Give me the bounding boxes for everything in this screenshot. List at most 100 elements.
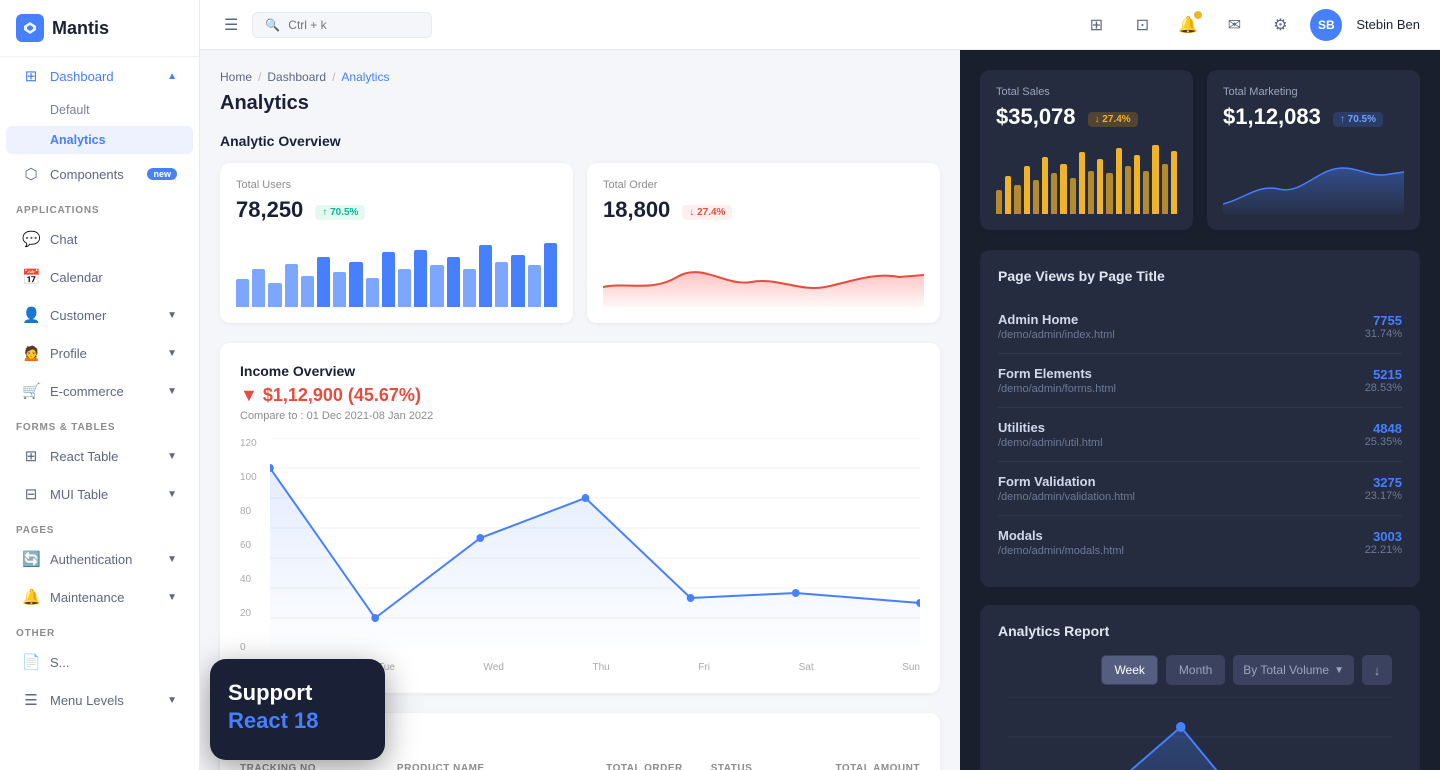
- bar: [333, 272, 346, 307]
- breadcrumb-dashboard[interactable]: Dashboard: [267, 70, 326, 84]
- bar: [1143, 171, 1149, 214]
- sidebar-item-maintenance[interactable]: 🔔 Maintenance ▼: [6, 579, 193, 615]
- total-users-label: Total Users: [236, 179, 557, 191]
- topbar-left: ☰ 🔍: [220, 11, 1068, 39]
- mui-table-icon: ⊟: [22, 485, 40, 503]
- maintenance-icon: 🔔: [22, 588, 40, 606]
- chevron-down-icon: ▼: [167, 310, 177, 321]
- pv-url-form-validation: /demo/admin/validation.html: [998, 491, 1365, 503]
- sidebar-item-sample[interactable]: 📄 S...: [6, 644, 193, 680]
- download-button[interactable]: ↓: [1362, 655, 1392, 685]
- sidebar-menu-levels-label: Menu Levels: [50, 693, 124, 708]
- message-icon-button[interactable]: ✉: [1218, 9, 1250, 41]
- pv-title-modals: Modals: [998, 528, 1365, 543]
- volume-dropdown[interactable]: By Total Volume ▼: [1233, 655, 1354, 685]
- chevron-down-icon-rt: ▼: [167, 451, 177, 462]
- chevron-down-icon-profile: ▼: [167, 348, 177, 359]
- chat-icon: 💬: [22, 230, 40, 248]
- income-compare: Compare to : 01 Dec 2021-08 Jan 2022: [240, 410, 920, 422]
- sidebar-item-calendar[interactable]: 📅 Calendar: [6, 259, 193, 295]
- stat-cards-row: Total Users 78,250 ↑ 70.5%: [220, 163, 940, 323]
- pv-right: 3275 23.17%: [1365, 475, 1402, 502]
- bar: [414, 250, 427, 307]
- income-chart-svg: [270, 438, 920, 658]
- col-total-header: TOTAL ORDER: [606, 763, 711, 770]
- total-order-chart: [603, 237, 924, 307]
- search-icon: 🔍: [265, 18, 280, 32]
- dark-stat-cards: Total Sales $35,078 ↓ 27.4%: [980, 70, 1420, 230]
- analytics-report-card: Analytics Report Week Month By Total Vol…: [980, 605, 1420, 770]
- support-popup[interactable]: Support React 18: [210, 659, 385, 760]
- month-button[interactable]: Month: [1166, 655, 1225, 685]
- chevron-down-icon-ml: ▼: [167, 695, 177, 706]
- bar: [349, 262, 362, 308]
- pv-count-form-elements: 5215: [1365, 367, 1402, 382]
- pv-pct-form-elements: 28.53%: [1365, 382, 1402, 394]
- pv-count-form-validation: 3275: [1365, 475, 1402, 490]
- pv-right: 4848 25.35%: [1365, 421, 1402, 448]
- page-title: Analytics: [220, 92, 940, 115]
- x-label-sun: Sun: [902, 662, 920, 673]
- pv-title-form-elements: Form Elements: [998, 366, 1365, 381]
- sidebar-calendar-label: Calendar: [50, 270, 103, 285]
- bar: [268, 283, 281, 308]
- sidebar-subitem-analytics[interactable]: Analytics: [6, 126, 193, 154]
- notification-icon-button[interactable]: 🔔: [1172, 9, 1204, 41]
- sidebar-item-chat[interactable]: 💬 Chat: [6, 221, 193, 257]
- stat-card-total-sales: Total Sales $35,078 ↓ 27.4%: [980, 70, 1193, 230]
- sidebar-item-dashboard[interactable]: ⊞ Dashboard ▲: [6, 58, 193, 94]
- sidebar-item-customer[interactable]: 👤 Customer ▼: [6, 297, 193, 333]
- settings-icon-button[interactable]: ⚙: [1264, 9, 1296, 41]
- sidebar-item-menu-levels[interactable]: ☰ Menu Levels ▼: [6, 682, 193, 718]
- content-area: Home / Dashboard / Analytics Analytics A…: [200, 50, 1440, 770]
- bar: [1134, 155, 1140, 215]
- sidebar-item-mui-table[interactable]: ⊟ MUI Table ▼: [6, 476, 193, 512]
- volume-label: By Total Volume: [1243, 663, 1329, 677]
- breadcrumb-home[interactable]: Home: [220, 70, 252, 84]
- y-label-80: 80: [240, 506, 257, 517]
- y-label-100: 100: [240, 472, 257, 483]
- hamburger-button[interactable]: ☰: [220, 11, 242, 39]
- section-pages: Pages: [0, 513, 199, 540]
- col-amount-header: TOTAL AMOUNT: [815, 763, 920, 770]
- sidebar-ecommerce-label: E-commerce: [50, 384, 124, 399]
- breadcrumb-current: Analytics: [341, 70, 389, 84]
- total-users-badge: ↑ 70.5%: [315, 205, 365, 220]
- grid-icon-button[interactable]: ⊞: [1080, 9, 1112, 41]
- bar: [1005, 176, 1011, 215]
- y-label-60: 60: [240, 540, 257, 551]
- topbar: ☰ 🔍 ⊞ ⊡ 🔔 ✉ ⚙ SB Stebin Ben: [200, 0, 1440, 50]
- user-name[interactable]: Stebin Ben: [1356, 17, 1420, 32]
- sidebar-item-react-table[interactable]: ⊞ React Table ▼: [6, 438, 193, 474]
- notification-badge: [1194, 11, 1202, 19]
- bar: [511, 255, 524, 308]
- sample-icon: 📄: [22, 653, 40, 671]
- sidebar-item-components[interactable]: ⬡ Components new: [6, 156, 193, 192]
- total-sales-chart: [996, 144, 1177, 214]
- pv-right: 5215 28.53%: [1365, 367, 1402, 394]
- sidebar-subitem-default[interactable]: Default: [6, 96, 193, 124]
- page-views-card: Page Views by Page Title Admin Home /dem…: [980, 250, 1420, 587]
- pv-url-modals: /demo/admin/modals.html: [998, 545, 1365, 557]
- total-sales-badge: ↓ 27.4%: [1088, 112, 1138, 127]
- bar: [1033, 180, 1039, 214]
- user-avatar[interactable]: SB: [1310, 9, 1342, 41]
- analytics-report-svg: [1008, 697, 1392, 770]
- sidebar-item-ecommerce[interactable]: 🛒 E-commerce ▼: [6, 373, 193, 409]
- breadcrumb-sep-2: /: [332, 70, 335, 84]
- pv-left: Form Elements /demo/admin/forms.html: [998, 366, 1365, 395]
- apps-icon-button[interactable]: ⊡: [1126, 9, 1158, 41]
- bar: [996, 190, 1002, 215]
- sidebar: Mantis ⊞ Dashboard ▲ Default Analytics ⬡…: [0, 0, 200, 770]
- sidebar-item-profile[interactable]: 🙍 Profile ▼: [6, 335, 193, 371]
- sidebar-dashboard-label: Dashboard: [50, 69, 114, 84]
- y-label-0: 0: [240, 642, 257, 653]
- bar: [301, 276, 314, 308]
- sidebar-item-authentication[interactable]: 🔄 Authentication ▼: [6, 541, 193, 577]
- search-input[interactable]: [288, 18, 408, 32]
- authentication-icon: 🔄: [22, 550, 40, 568]
- pv-count-admin-home: 7755: [1365, 313, 1402, 328]
- week-button[interactable]: Week: [1101, 655, 1157, 685]
- breadcrumb-sep-1: /: [258, 70, 261, 84]
- pv-title-utilities: Utilities: [998, 420, 1365, 435]
